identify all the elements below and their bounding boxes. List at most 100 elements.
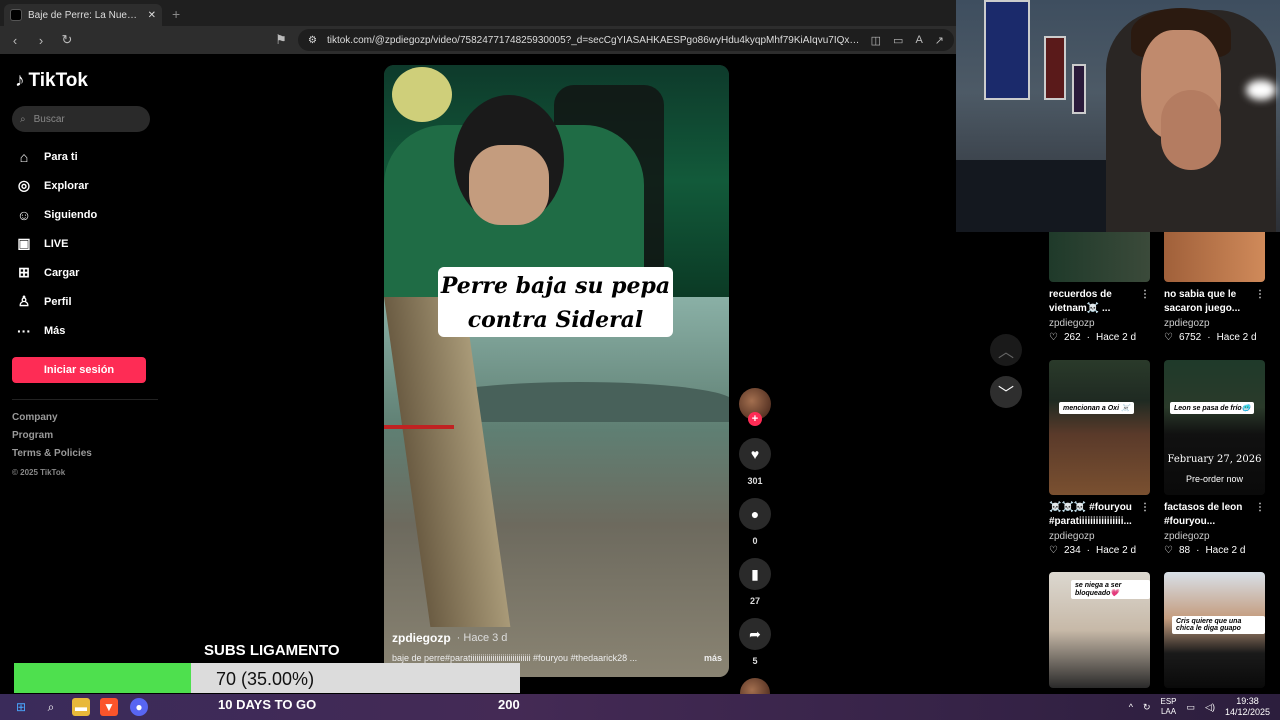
logo-text: TikTok [28,70,88,91]
sidebar-item-para-ti[interactable]: ⌂ Para ti [12,142,165,171]
compass-icon: ◎ [17,177,31,193]
video-thumbnail[interactable]: mencionan a Oxi ☠️ [1049,360,1150,495]
goal-title: SUBS LIGAMENTO [204,642,340,659]
more-button[interactable]: más [704,653,722,663]
shelf-shape [956,160,1106,232]
like-count: 301 [747,476,763,486]
sync-icon[interactable]: ↻ [1143,702,1151,713]
cast-icon[interactable]: ▭ [893,34,903,47]
brave-browser-icon[interactable]: ▼ [100,698,118,716]
network-icon[interactable]: ▭ [1187,702,1196,713]
goal-target: 200 [498,697,520,712]
forward-icon[interactable]: › [32,33,50,48]
sidebar-item-cargar[interactable]: ⊞ Cargar [12,258,165,287]
bookmark-icon[interactable]: ⚑ [272,32,290,48]
goal-value: 70 (35.00%) [216,669,315,689]
author-avatar[interactable]: + [739,388,771,426]
more-options-icon[interactable]: ⋮ [1140,501,1150,515]
video-thumbnail[interactable]: Cris quiere que una chica le diga guapo [1164,572,1265,688]
volume-icon[interactable]: ◁) [1205,702,1215,713]
url-text: tiktok.com/@zpdiegozp/video/758247717482… [326,34,861,46]
clock[interactable]: 19:38 14/12/2025 [1225,696,1270,718]
start-icon[interactable]: ⊞ [12,698,30,716]
card-likes: 6752 [1178,332,1202,343]
more-icon: ··· [17,322,31,339]
sidebar-item-más[interactable]: ··· Más [12,316,165,345]
video-thumbnail[interactable] [1164,232,1265,282]
video-thumbnail[interactable]: se niega a ser bloqueado💗 [1049,572,1150,688]
video-card[interactable]: se niega a ser bloqueado💗 [1049,572,1150,688]
more-options-icon[interactable]: ⋮ [1255,288,1265,302]
site-settings-icon[interactable]: ⚙ [308,35,317,46]
video-description: baje de perre#paratiiiiiiiiiiiiiiiiiiiii… [392,653,638,663]
sidebar-item-siguiendo[interactable]: ☺ Siguiendo [12,200,165,229]
reload-icon[interactable]: ↻ [58,32,76,48]
share-count: 5 [752,656,758,666]
language-indicator[interactable]: ESP LAA [1161,697,1177,717]
thumbnail-label: se niega a ser bloqueado💗 [1071,580,1150,599]
sidebar-nav: ⌂ Para ti ◎ Explorar ☺ Siguiendo ▣ LIVE ⊞ Cargar ♙… [12,142,165,345]
browser-tab[interactable]: Baje de Perre: La Nueva Sensación ✕ [4,4,162,26]
clock-date: 14/12/2025 [1224,707,1270,717]
keyboard-layout: LAA [1160,707,1177,716]
lamp-shape [1246,80,1276,100]
reader-mode-icon[interactable]: ◫ [871,34,881,47]
address-bar[interactable]: ⚙ tiktok.com/@zpdiegozp/video/7582477174… [298,29,954,51]
video-card[interactable]: mencionan a Oxi ☠️ ☠️☠️☠️ #fouryou #para… [1049,360,1150,556]
card-author[interactable]: zpdiegozp [1164,318,1265,329]
card-likes: 88 [1178,545,1191,556]
search-input[interactable]: ⌕ Buscar [12,106,150,132]
sidebar-item-label: Más [44,324,66,337]
save-button[interactable]: ▮ [739,558,771,590]
next-video-button[interactable]: ﹀ [990,376,1022,408]
copyright: © 2025 TikTok [12,468,66,477]
video-author[interactable]: zpdiegozp [392,631,451,645]
goal-days-left: 10 DAYS TO GO [218,697,317,712]
footer-link-company[interactable]: Company [12,412,165,430]
bookmark-icon: ▮ [751,565,759,582]
new-tab-button[interactable]: + [172,6,180,22]
chevron-up-icon[interactable]: ^ [1129,702,1133,712]
card-author[interactable]: zpdiegozp [1049,318,1150,329]
tiktok-sidebar: ♪ TikTok ⌕ Buscar ⌂ Para ti ◎ Explorar ☺ Sigu… [0,54,165,694]
sidebar-item-label: Para ti [44,150,78,163]
sidebar-item-live[interactable]: ▣ LIVE [12,229,165,258]
heart-icon: ♡ [1164,332,1173,343]
back-icon[interactable]: ‹ [6,33,24,48]
upload-icon: ⊞ [18,264,30,280]
close-tab-icon[interactable]: ✕ [148,10,156,21]
footer-link-program[interactable]: Program [12,430,165,448]
sidebar-item-perfil[interactable]: ♙ Perfil [12,287,165,316]
login-button[interactable]: Iniciar sesión [12,357,146,383]
video-thumbnail[interactable]: Leon se pasa de frío🥶 February 27, 2026 … [1164,360,1265,495]
sidebar-item-explorar[interactable]: ◎ Explorar [12,171,165,200]
share-button[interactable]: ➦ [739,618,771,650]
share-arrow-icon: ➦ [749,625,761,642]
file-explorer-icon[interactable]: ▬ [72,698,90,716]
discord-icon[interactable]: ● [130,698,148,716]
translate-icon[interactable]: A [915,34,922,47]
tiktok-logo[interactable]: ♪ TikTok [15,70,165,92]
thumbnail-label: Cris quiere que una chica le diga guapo [1172,616,1265,634]
card-author[interactable]: zpdiegozp [1049,531,1150,542]
video-thumbnail[interactable] [1049,232,1150,282]
card-author[interactable]: zpdiegozp [1164,531,1265,542]
share-icon[interactable]: ↗ [935,34,944,47]
previous-video-button[interactable]: ︿ [990,334,1022,366]
video-card[interactable]: no sabia que le sacaron juego... ⋮ zpdieg… [1164,232,1265,343]
webcam-overlay [956,0,1280,232]
follow-plus-icon[interactable]: + [748,412,762,426]
more-options-icon[interactable]: ⋮ [1255,501,1265,515]
caption-line-2: contra Sideral [467,307,644,333]
video-card[interactable]: recuerdos de vietnam☠️ ... ⋮ zpdiegozp ♡ 2… [1049,232,1150,343]
video-player[interactable]: Perre baja su pepa contra Sideral zpdieg… [384,65,729,677]
search-icon[interactable]: ⌕ [42,698,60,716]
tab-title: Baje de Perre: La Nueva Sensación [28,9,142,21]
more-options-icon[interactable]: ⋮ [1140,288,1150,302]
footer-link-terms[interactable]: Terms & Policies [12,448,165,466]
comment-button[interactable]: ● [739,498,771,530]
video-card[interactable]: Cris quiere que una chica le diga guapo [1164,572,1265,688]
like-button[interactable]: ♥ [739,438,771,470]
video-card[interactable]: Leon se pasa de frío🥶 February 27, 2026 … [1164,360,1265,556]
wall-shape [384,297,511,627]
